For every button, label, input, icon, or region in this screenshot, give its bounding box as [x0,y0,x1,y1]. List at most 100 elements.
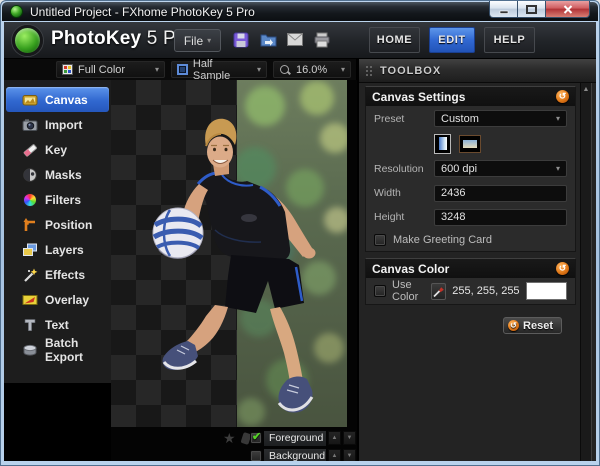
eyedropper-button[interactable] [431,283,446,300]
sidebar-item-batch-export[interactable]: Batch Export [6,337,109,362]
use-color-checkbox[interactable] [374,285,386,297]
sidebar-item-key[interactable]: Key [6,137,109,162]
sidebar-item-label: Batch Export [45,336,109,364]
sidebar: Canvas Import Key Masks Filters Position [4,80,111,383]
sidebar-item-filters[interactable]: Filters [6,187,109,212]
use-color-label: Use Color [392,279,425,303]
photokey-logo-icon [12,25,43,56]
width-input[interactable]: 2436 [434,185,567,202]
layers-icon [21,241,38,258]
layer-row-foreground[interactable]: ✔ Foreground ▲ ▼ [250,430,357,446]
main-toolbar: PhotoKey 5 Pro File ▾ HOM [4,22,596,59]
layer-label[interactable]: Background [264,449,326,462]
toolbox-body: Canvas Settings ↺ Preset Custom ▾ [359,83,576,461]
save-button[interactable] [232,31,250,48]
window-title: Untitled Project - FXhome PhotoKey 5 Pro [30,5,255,19]
resolution-dropdown[interactable]: 600 dpi ▾ [434,160,567,177]
foreground-person-photo [111,80,357,427]
chevron-down-icon: ▾ [556,165,560,173]
reset-button[interactable]: ↺ Reset [503,317,562,334]
color-mode-value: Full Color [78,64,125,76]
nav-home-button[interactable]: HOME [369,27,420,53]
view-options-bar: Full Color ▾ Half Sample ▾ 16.0% ▾ [4,59,356,80]
sidebar-item-label: Filters [45,193,81,207]
sample-mode-dropdown[interactable]: Half Sample ▾ [171,61,267,78]
brand-bold: PhotoKey [51,28,141,49]
greeting-card-checkbox[interactable] [374,234,386,246]
save-icon [233,32,249,48]
rgb-value: 255, 255, 255 [452,285,519,297]
layer-up-button[interactable]: ▲ [328,449,341,461]
section-reset-button[interactable]: ↺ [556,262,569,275]
sample-mode-value: Half Sample [193,58,252,82]
app-icon [10,5,23,18]
sidebar-item-overlay[interactable]: Overlay [6,287,109,312]
email-button[interactable] [286,31,304,48]
orientation-row [366,131,575,156]
file-menu-button[interactable]: File ▾ [174,29,221,52]
background-visibility-checkbox[interactable] [250,450,262,461]
layer-down-button[interactable]: ▼ [343,431,356,445]
reset-label: Reset [523,320,553,332]
foreground-visibility-checkbox[interactable]: ✔ [250,432,262,444]
app-window: Untitled Project - FXhome PhotoKey 5 Pro… [0,0,600,466]
sidebar-item-position[interactable]: Position [6,212,109,237]
toolbox-scrollbar[interactable]: ▲ [580,83,592,461]
height-label: Height [374,211,434,223]
width-label: Width [374,187,434,199]
full-color-icon [62,64,73,75]
resolution-row: Resolution 600 dpi ▾ [366,156,575,181]
sidebar-item-label: Canvas [45,93,88,107]
overlay-icon [21,291,38,308]
position-icon [21,216,38,233]
sidebar-item-canvas[interactable]: Canvas [6,87,109,112]
minimize-button[interactable] [489,1,518,18]
sidebar-item-layers[interactable]: Layers [6,237,109,262]
window-controls [489,1,590,18]
brand-title: PhotoKey 5 Pro [51,28,193,50]
text-icon [21,316,38,333]
sidebar-item-label: Text [45,318,69,332]
sidebar-item-text[interactable]: Text [6,312,109,337]
layer-up-button[interactable]: ▲ [328,431,341,445]
layer-row-background[interactable]: Background ▲ ▼ [250,448,357,461]
sidebar-item-effects[interactable]: Effects [6,262,109,287]
canvas-viewport: ★ ✔ Foreground ▲ ▼ Background ▲ ▼ [111,80,357,461]
toolbox-header[interactable]: TOOLBOX [359,59,596,83]
sidebar-item-masks[interactable]: Masks [6,162,109,187]
sidebar-item-label: Masks [45,168,82,182]
sidebar-item-label: Layers [45,243,84,257]
portrait-orientation-button[interactable] [434,134,451,154]
width-row: Width 2436 [366,181,575,205]
masks-icon [21,166,38,183]
sidebar-item-label: Overlay [45,293,89,307]
drag-handle-icon[interactable] [366,66,372,76]
half-sample-icon [177,64,188,75]
canvas-color-section: Canvas Color ↺ Use Color 255, 255, 255 [365,258,576,305]
landscape-orientation-button[interactable] [459,135,481,153]
key-icon [21,141,38,158]
scroll-up-icon[interactable]: ▲ [583,86,590,461]
height-input[interactable]: 3248 [434,209,567,226]
eyedropper-icon [432,285,445,298]
color-swatch[interactable] [526,282,567,300]
layer-label[interactable]: Foreground [264,431,326,446]
color-mode-dropdown[interactable]: Full Color ▾ [56,61,165,78]
nav-edit-button[interactable]: EDIT [429,27,475,53]
chevron-down-icon: ▾ [207,37,211,45]
sidebar-item-label: Key [45,143,67,157]
close-button[interactable] [545,1,590,18]
maximize-button[interactable] [518,1,545,18]
section-reset-button[interactable]: ↺ [556,90,569,103]
sidebar-item-import[interactable]: Import [6,112,109,137]
canvas-icon [21,91,38,108]
nav-help-button[interactable]: HELP [484,27,535,53]
layer-down-button[interactable]: ▼ [343,449,356,461]
canvas-settings-header: Canvas Settings ↺ [366,87,575,106]
open-button[interactable] [259,31,277,48]
print-button[interactable] [313,31,331,48]
chevron-down-icon: ▾ [155,66,159,74]
zoom-level-dropdown[interactable]: 16.0% ▾ [273,61,351,78]
quick-actions [232,31,331,48]
preset-dropdown[interactable]: Custom ▾ [434,110,567,127]
